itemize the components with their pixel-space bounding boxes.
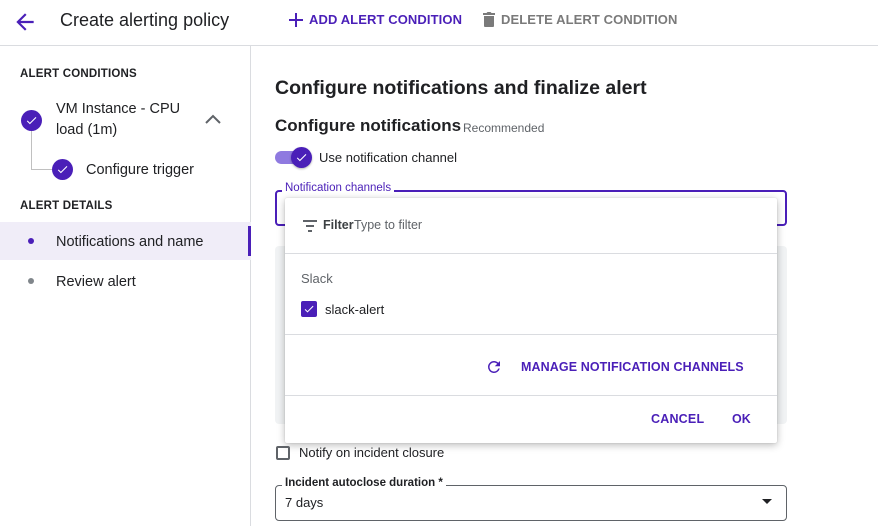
- incident-autoclose-value: 7 days: [285, 495, 324, 510]
- divider: [285, 395, 777, 396]
- notify-closure-label[interactable]: Notify on incident closure: [299, 445, 444, 460]
- condition-check-icon: [21, 110, 42, 131]
- alert-details-heading: ALERT DETAILS: [20, 200, 113, 212]
- alert-conditions-heading: ALERT CONDITIONS: [20, 68, 137, 80]
- slack-alert-checkbox[interactable]: [301, 301, 317, 317]
- trash-icon: [483, 12, 495, 27]
- step-connector: [31, 169, 52, 170]
- dropdown-arrow-icon[interactable]: [762, 499, 772, 504]
- main-title: Configure notifications and finalize ale…: [275, 77, 647, 99]
- add-alert-condition-label: ADD ALERT CONDITION: [309, 12, 463, 27]
- chevron-up-icon[interactable]: [204, 112, 222, 126]
- back-arrow-icon[interactable]: [12, 9, 38, 35]
- active-dot-icon: [28, 238, 34, 244]
- plus-icon: [289, 12, 303, 27]
- channel-group-label: Slack: [301, 271, 333, 286]
- step-connector: [31, 131, 32, 169]
- delete-alert-condition-button[interactable]: DELETE ALERT CONDITION: [483, 12, 678, 27]
- delete-alert-condition-label: DELETE ALERT CONDITION: [501, 12, 678, 27]
- refresh-icon: [487, 361, 500, 373]
- active-indicator: [248, 226, 251, 256]
- top-bar: Create alerting policy ADD ALERT CONDITI…: [0, 0, 878, 46]
- toggle-label: Use notification channel: [319, 150, 458, 165]
- filter-icon: [303, 219, 317, 232]
- sidebar-item-review-alert[interactable]: Review alert: [56, 274, 136, 290]
- inactive-dot-icon: [28, 278, 34, 284]
- page-title: Create alerting policy: [60, 10, 230, 30]
- slack-alert-option[interactable]: slack-alert: [325, 302, 384, 317]
- sidebar-item-notifications-label[interactable]: Notifications and name: [56, 234, 204, 250]
- notification-channel-toggle[interactable]: [275, 146, 312, 168]
- cancel-button[interactable]: CANCEL: [651, 412, 704, 426]
- divider: [285, 334, 777, 335]
- add-alert-condition-button[interactable]: ADD ALERT CONDITION: [289, 12, 462, 27]
- manage-notification-channels-button[interactable]: MANAGE NOTIFICATION CHANNELS: [485, 358, 744, 376]
- notification-channels-dropdown: Filter Slack slack-alert MANAGE NOTIFICA…: [285, 198, 777, 443]
- recommended-tag: Recommended: [463, 121, 545, 135]
- ok-button[interactable]: OK: [732, 412, 751, 426]
- trigger-check-icon: [52, 159, 73, 180]
- incident-autoclose-select[interactable]: [275, 485, 787, 521]
- filter-row: Filter: [285, 198, 777, 254]
- condition-name-line1[interactable]: VM Instance - CPU: [56, 101, 180, 117]
- section-title: Configure notifications: [275, 116, 462, 135]
- toggle-check-icon: [291, 147, 312, 168]
- sidebar-item-configure-trigger[interactable]: Configure trigger: [86, 162, 194, 178]
- notification-channels-label: Notification channels: [282, 182, 395, 194]
- incident-autoclose-label: Incident autoclose duration *: [282, 477, 446, 489]
- filter-input[interactable]: [354, 216, 754, 234]
- condition-name-line2[interactable]: load (1m): [56, 122, 117, 138]
- filter-label: Filter: [323, 218, 354, 232]
- manage-notification-channels-label: MANAGE NOTIFICATION CHANNELS: [521, 360, 744, 374]
- notify-closure-checkbox[interactable]: [276, 446, 290, 460]
